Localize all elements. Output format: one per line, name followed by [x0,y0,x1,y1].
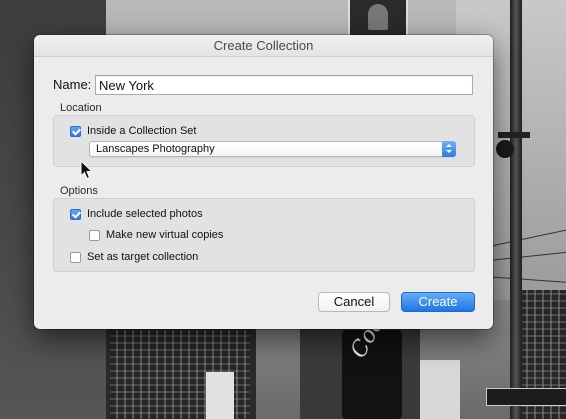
set-target-collection-label: Set as target collection [87,251,199,263]
options-section-label: Options [60,185,98,197]
inside-collection-set-checkbox[interactable]: Inside a Collection Set [70,124,196,138]
name-row: Name: [53,75,475,95]
set-target-collection-checkbox[interactable]: Set as target collection [70,250,198,264]
mouse-cursor-icon [80,160,94,180]
one-way-sign [486,388,566,406]
make-virtual-copies-checkbox[interactable]: Make new virtual copies [89,228,223,242]
name-input[interactable] [95,75,473,95]
collection-set-select[interactable]: Lanscapes Photography [89,141,456,157]
include-selected-photos-label: Include selected photos [87,208,203,220]
dialog-title: Create Collection [34,35,493,57]
pole-arm [498,132,530,138]
location-section-label: Location [60,102,102,114]
checkbox-empty-icon[interactable] [70,251,81,263]
checkmark-icon[interactable] [70,208,81,220]
create-button[interactable]: Create [401,292,475,312]
name-label: Name: [53,77,92,92]
checkmark-icon[interactable] [70,125,81,137]
up-down-chevron-icon[interactable] [442,141,456,157]
create-collection-dialog: Create Collection Name: Location Inside … [34,35,493,329]
street-sign-2 [420,360,460,419]
make-virtual-copies-label: Make new virtual copies [106,229,224,241]
street-sign [206,372,234,419]
checkbox-empty-icon[interactable] [89,229,100,241]
include-selected-photos-checkbox[interactable]: Include selected photos [70,207,203,221]
cancel-button[interactable]: Cancel [318,292,390,312]
inside-collection-set-label: Inside a Collection Set [87,125,197,137]
coke-billboard: Coca-Cola [342,252,424,419]
security-camera [496,140,514,158]
street-pole [510,0,522,419]
collection-set-value: Lanscapes Photography [96,143,215,155]
